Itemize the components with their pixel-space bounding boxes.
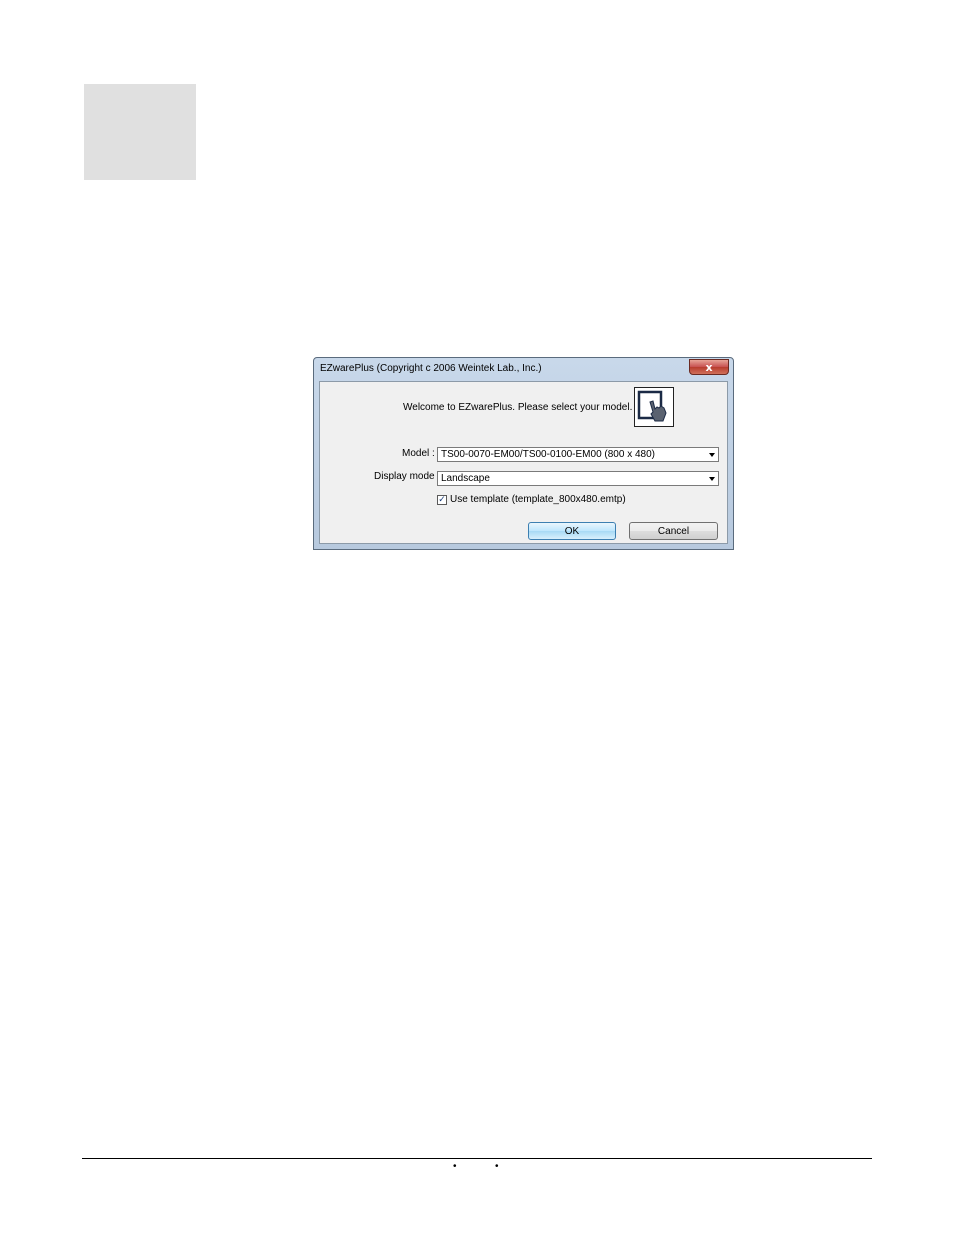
chapter-number-block [84, 84, 196, 180]
welcome-message: Welcome to EZwarePlus. Please select you… [403, 402, 633, 413]
close-button[interactable]: x [689, 359, 729, 375]
ok-button[interactable]: OK [528, 522, 616, 540]
model-label: Model : [402, 448, 435, 459]
dialog-titlebar[interactable]: EZwarePlus (Copyright c 2006 Weintek Lab… [314, 358, 733, 381]
use-template-label: Use template (template_800x480.emtp) [450, 494, 626, 505]
footer-divider [82, 1158, 872, 1159]
use-template-checkbox[interactable]: ✓ [437, 495, 447, 505]
dialog-title: EZwarePlus (Copyright c 2006 Weintek Lab… [320, 363, 542, 374]
chevron-down-icon [709, 453, 715, 457]
display-mode-label: Display mode : [374, 471, 441, 482]
display-mode-select[interactable]: Landscape [437, 471, 719, 486]
cancel-button[interactable]: Cancel [629, 522, 718, 540]
touch-panel-hand-icon [634, 387, 674, 427]
footer-bullet: • [453, 1161, 457, 1172]
welcome-dialog: EZwarePlus (Copyright c 2006 Weintek Lab… [313, 357, 734, 550]
footer-bullet: • [495, 1161, 499, 1172]
display-mode-select-value: Landscape [441, 473, 490, 484]
model-select[interactable]: TS00-0070-EM00/TS00-0100-EM00 (800 x 480… [437, 447, 719, 462]
chevron-down-icon [709, 477, 715, 481]
model-select-value: TS00-0070-EM00/TS00-0100-EM00 (800 x 480… [441, 449, 656, 460]
dialog-body: Welcome to EZwarePlus. Please select you… [319, 381, 728, 544]
